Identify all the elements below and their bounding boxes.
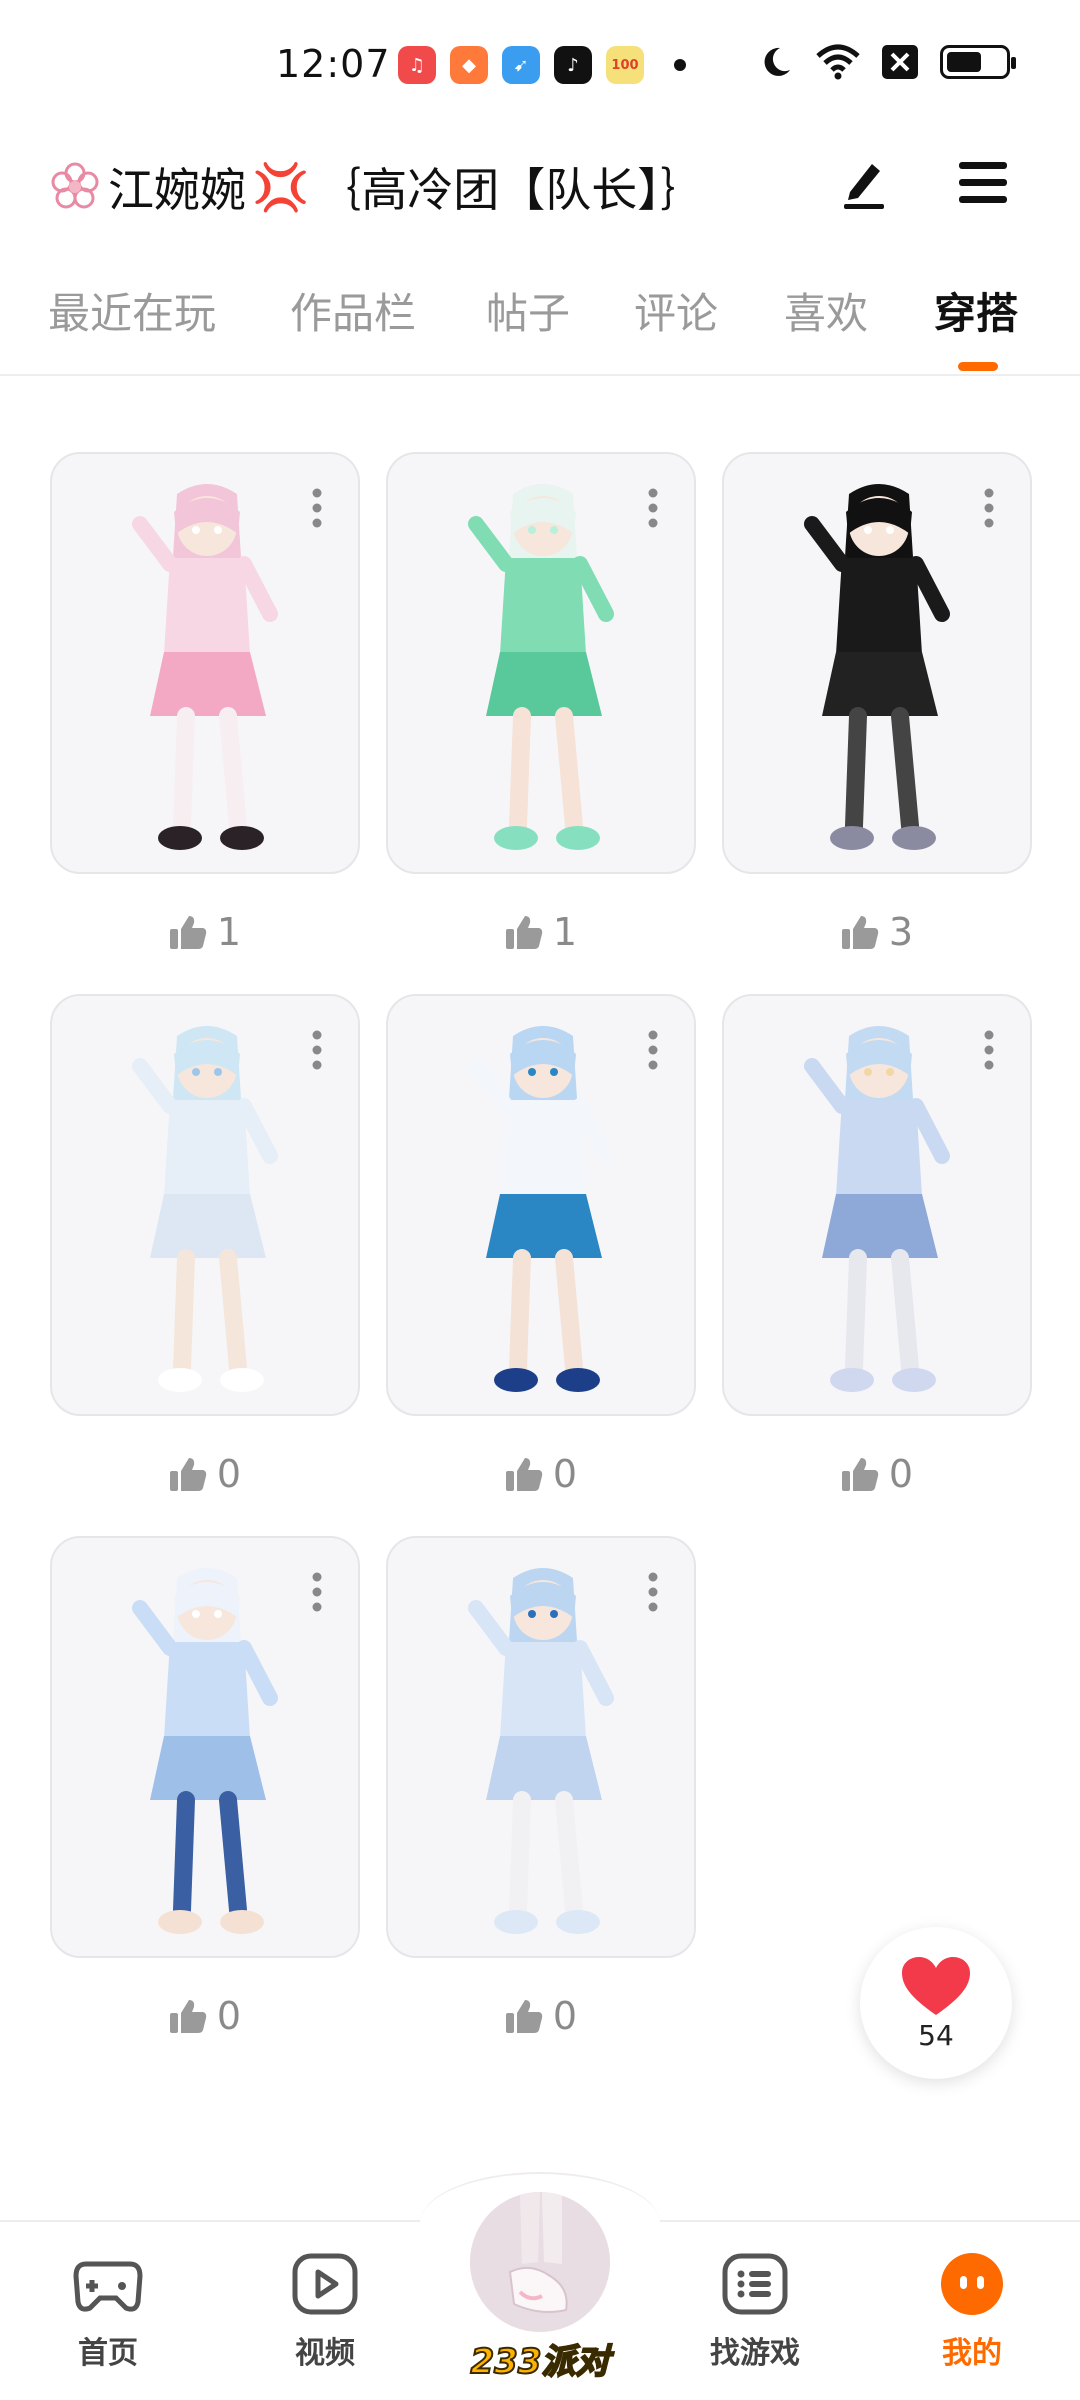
music-icon: ♫	[398, 46, 436, 84]
thumbs-up-icon	[169, 2000, 207, 2033]
nav-video[interactable]: 视频	[265, 2252, 385, 2372]
outfit-like-count[interactable]: 0	[386, 1452, 696, 1496]
tab-works[interactable]: 作品栏	[290, 280, 416, 341]
like-number: 0	[888, 1452, 914, 1496]
nav-find-games[interactable]: 找游戏	[695, 2252, 815, 2372]
tab-likes[interactable]: 喜欢	[784, 280, 868, 341]
tab-posts[interactable]: 帖子	[486, 280, 570, 341]
thumbs-up-icon	[505, 1458, 543, 1491]
nav-label: 首页	[78, 2336, 138, 2371]
outfit-card[interactable]	[50, 994, 360, 1416]
party-avatar-image	[470, 2192, 610, 2332]
like-fab-button[interactable]: 54	[860, 1927, 1012, 2079]
more-options-icon[interactable]	[984, 488, 994, 528]
nav-me[interactable]: 我的	[912, 2252, 1032, 2372]
outfit-like-count[interactable]: 3	[722, 910, 1032, 954]
status-bar: 12:07 ♫ ◆ ➹ ♪ 100	[0, 0, 1080, 130]
outfit-card[interactable]	[386, 1536, 696, 1958]
status-indicators	[758, 44, 1016, 80]
thumbs-up-icon	[505, 2000, 543, 2033]
more-options-icon[interactable]	[648, 488, 658, 528]
outfit-like-count[interactable]: 0	[50, 1452, 360, 1496]
nav-home[interactable]: 首页	[48, 2252, 168, 2372]
active-tab-indicator	[958, 362, 998, 371]
more-options-icon[interactable]	[312, 488, 322, 528]
anger-emoji-icon: 💢	[252, 159, 310, 214]
more-options-icon[interactable]	[312, 1030, 322, 1070]
more-options-icon[interactable]	[648, 1030, 658, 1070]
like-number: 1	[216, 910, 242, 954]
outfit-like-count[interactable]: 0	[386, 1994, 696, 2038]
battery-icon	[940, 45, 1016, 79]
cut-like-count: 2	[170, 352, 192, 378]
party-label[interactable]: 233派对	[455, 2334, 625, 2383]
like-count: 54	[918, 2018, 954, 2052]
wifi-icon	[816, 44, 860, 80]
moon-icon	[764, 47, 790, 76]
outfit-card[interactable]	[386, 452, 696, 874]
list-icon	[722, 2253, 788, 2315]
status-time: 12:07	[276, 42, 391, 86]
heart-icon	[902, 1956, 970, 2015]
feather-icon: ➹	[502, 46, 540, 84]
outfit-card[interactable]	[50, 1536, 360, 1958]
outfit-like-count[interactable]: 1	[50, 910, 360, 954]
outfit-card[interactable]	[722, 994, 1032, 1416]
tab-outfits[interactable]: 穿搭	[934, 280, 1018, 341]
thumbs-up-icon	[169, 1458, 207, 1491]
nav-label: 找游戏	[710, 2336, 800, 2371]
no-signal-icon	[882, 45, 918, 79]
tab-recent[interactable]: 最近在玩	[48, 280, 216, 341]
flower-badge-icon	[51, 162, 99, 209]
like-number: 3	[888, 910, 914, 954]
notification-dot-icon	[674, 59, 686, 71]
profile-face-icon	[941, 2253, 1003, 2315]
like-number: 1	[552, 910, 578, 954]
thumbs-up-icon	[169, 916, 207, 949]
like-number: 0	[552, 1452, 578, 1496]
thumbs-up-icon	[841, 916, 879, 949]
profile-tabs: 最近在玩 作品栏 帖子 评论 喜欢 穿搭	[0, 270, 1080, 376]
menu-icon[interactable]	[955, 154, 1011, 210]
page-title: 江婉婉 💢 ｛高冷团【队长】｝	[48, 154, 706, 220]
outfit-card[interactable]	[50, 452, 360, 874]
thumbs-up-icon	[841, 1458, 879, 1491]
nav-label: 视频	[295, 2336, 355, 2371]
party-avatar[interactable]	[470, 2192, 610, 2332]
more-options-icon[interactable]	[984, 1030, 994, 1070]
thumbs-up-icon	[505, 916, 543, 949]
status-app-icons: ♫ ◆ ➹ ♪ 100	[398, 46, 686, 84]
outfit-like-count[interactable]: 0	[722, 1452, 1032, 1496]
score-100-icon: 100	[606, 46, 644, 84]
outfit-like-count[interactable]: 1	[386, 910, 696, 954]
outfit-card[interactable]	[386, 994, 696, 1416]
play-icon	[292, 2253, 358, 2315]
username: 江婉婉	[108, 163, 246, 217]
more-options-icon[interactable]	[648, 1572, 658, 1612]
nav-label: 我的	[942, 2336, 1002, 2371]
profile-header: 江婉婉 💢 ｛高冷团【队长】｝	[0, 130, 1080, 230]
gamepad-icon	[73, 2261, 143, 2312]
like-number: 0	[216, 1452, 242, 1496]
cut-like-count: 1	[845, 352, 867, 378]
tiktok-icon: ♪	[554, 46, 592, 84]
outfit-card[interactable]	[722, 452, 1032, 874]
bottom-nav: 首页 视频 233派对 找游戏 我的	[0, 2172, 1080, 2400]
like-number: 0	[552, 1994, 578, 2038]
like-number: 0	[216, 1994, 242, 2038]
edit-icon[interactable]	[836, 154, 892, 210]
tab-comments[interactable]: 评论	[634, 280, 718, 341]
more-options-icon[interactable]	[312, 1572, 322, 1612]
username-suffix: ｛高冷团【队长】｝	[315, 163, 707, 217]
outfit-like-count[interactable]: 0	[50, 1994, 360, 2038]
game-controller-icon: ◆	[450, 46, 488, 84]
cut-like-count: 1	[508, 352, 530, 378]
